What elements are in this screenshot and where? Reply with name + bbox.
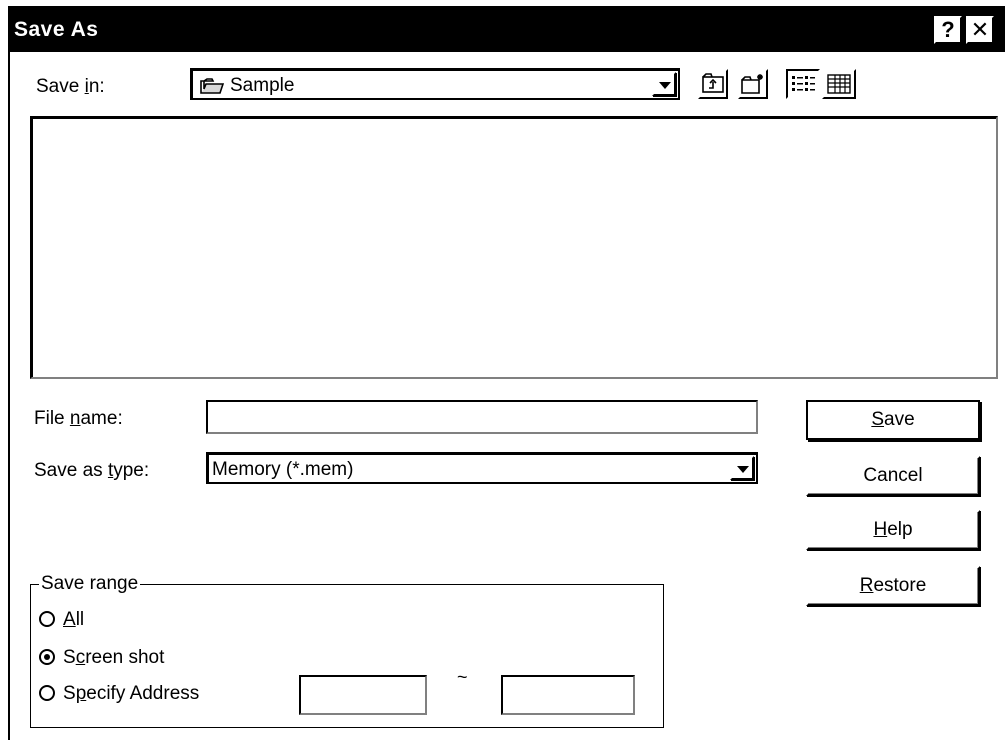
radio-button-specify-address[interactable] bbox=[39, 685, 55, 701]
restore-button[interactable]: Restore bbox=[806, 566, 980, 606]
up-one-level-button[interactable] bbox=[698, 69, 728, 99]
title-bar: Save As ? ✕ bbox=[10, 8, 1005, 52]
close-icon[interactable]: ✕ bbox=[966, 16, 994, 44]
new-folder-button[interactable] bbox=[738, 69, 768, 99]
save-in-label: Save in: bbox=[36, 76, 105, 97]
radio-button-screen-shot[interactable] bbox=[39, 649, 55, 665]
save-as-dialog: Save As ? ✕ Save in: Sample File name: S… bbox=[8, 6, 1005, 740]
end-address-input[interactable] bbox=[501, 675, 635, 715]
file-name-label: File name: bbox=[34, 408, 123, 429]
radio-all[interactable]: All bbox=[39, 609, 84, 631]
folder-icon bbox=[200, 77, 225, 100]
file-name-input[interactable] bbox=[206, 400, 758, 434]
save-in-value: Sample bbox=[230, 75, 295, 96]
details-view-button[interactable] bbox=[822, 69, 856, 99]
save-in-dropdown[interactable]: Sample bbox=[190, 68, 680, 100]
save-as-type-value: Memory (*.mem) bbox=[212, 459, 354, 480]
radio-screen-shot[interactable]: Screen shot bbox=[39, 647, 164, 669]
dialog-title: Save As bbox=[14, 18, 99, 41]
radio-specify-address[interactable]: Specify Address bbox=[39, 683, 199, 705]
save-as-type-dropdown[interactable]: Memory (*.mem) bbox=[206, 452, 758, 484]
save-button[interactable]: Save bbox=[806, 400, 980, 440]
cancel-button[interactable]: Cancel bbox=[806, 456, 980, 496]
list-view-button[interactable] bbox=[786, 69, 820, 99]
file-list[interactable] bbox=[30, 116, 998, 379]
range-separator: ~ bbox=[457, 667, 468, 687]
save-as-type-label: Save as type: bbox=[34, 460, 150, 481]
help-icon[interactable]: ? bbox=[934, 16, 962, 44]
save-range-title: Save range bbox=[39, 573, 141, 595]
start-address-input[interactable] bbox=[299, 675, 427, 715]
save-range-group: Save range All Screen shot Specify Addre… bbox=[30, 573, 664, 728]
help-button[interactable]: Help bbox=[806, 510, 980, 550]
radio-button-all[interactable] bbox=[39, 611, 55, 627]
save-as-type-dropdown-arrow[interactable] bbox=[730, 456, 754, 480]
save-in-dropdown-arrow[interactable] bbox=[652, 72, 676, 96]
